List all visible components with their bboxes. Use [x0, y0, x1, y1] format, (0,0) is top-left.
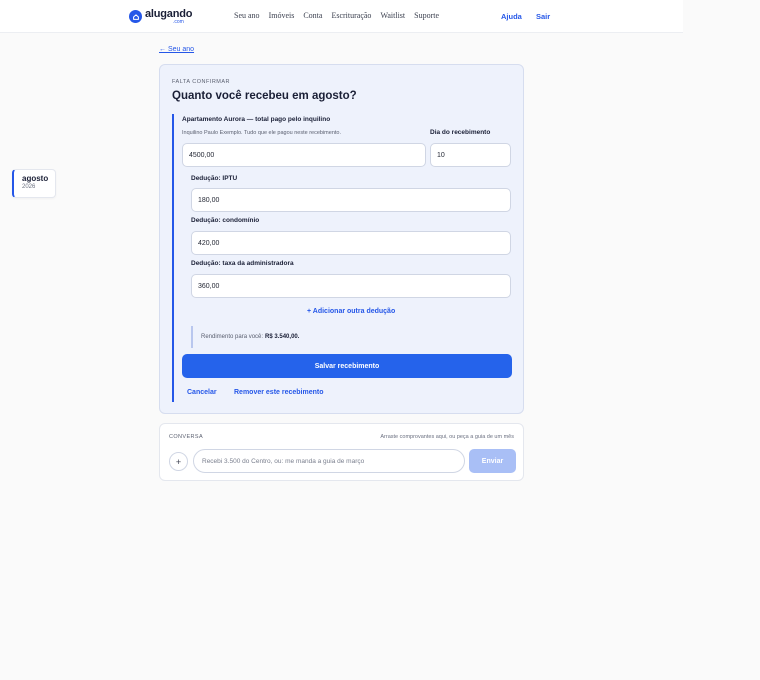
logo-domain: .com [173, 19, 184, 25]
nav-escrituracao[interactable]: Escrituração [331, 11, 371, 20]
add-deduction-link[interactable]: + Adicionar outra dedução [307, 308, 395, 315]
send-button[interactable]: Enviar [469, 449, 516, 473]
nav-imoveis[interactable]: Imóveis [269, 11, 295, 20]
month-name: agosto [22, 174, 49, 183]
help-link[interactable]: Ajuda [501, 12, 522, 21]
receipt-card: FALTA CONFIRMAR Quanto você recebeu em a… [159, 64, 524, 414]
attach-button[interactable]: + [169, 452, 188, 471]
net-income-summary: Rendimento para você: R$ 3.540,00. [191, 326, 511, 348]
deduction-label-admin: Dedução: taxa da administradora [191, 260, 294, 267]
deduction-input-admin[interactable]: 360,00 [191, 274, 511, 298]
nav-suporte[interactable]: Suporte [414, 11, 439, 20]
logout-link[interactable]: Sair [536, 12, 550, 21]
accent-bar [172, 114, 174, 402]
day-input[interactable]: 10 [430, 143, 511, 167]
card-eyebrow: FALTA CONFIRMAR [172, 79, 231, 85]
cancel-link[interactable]: Cancelar [187, 389, 217, 396]
remove-receipt-link[interactable]: Remover este recebimento [234, 389, 323, 396]
summary-value: R$ 3.540,00. [265, 334, 300, 340]
main-nav: Seu ano Imóveis Conta Escrituração Waitl… [234, 11, 448, 20]
house-icon [129, 10, 142, 23]
save-button[interactable]: Salvar recebimento [182, 354, 512, 378]
summary-label: Rendimento para você: [201, 334, 264, 340]
day-label: Dia do recebimento [430, 129, 491, 136]
total-amount-input[interactable]: 4500,00 [182, 143, 426, 167]
chat-label: CONVERSA [169, 434, 204, 440]
back-link[interactable]: ← Seu ano [159, 46, 194, 53]
nav-conta[interactable]: Conta [303, 11, 322, 20]
deduction-label-iptu: Dedução: IPTU [191, 175, 238, 182]
logo-name: alugando [145, 8, 193, 20]
deduction-input-condominio[interactable]: 420,00 [191, 231, 511, 255]
chat-panel: CONVERSA Arraste comprovantes aqui, ou p… [159, 423, 524, 481]
property-help: Inquilino Paulo Exemplo. Tudo que ele pa… [182, 130, 341, 136]
chat-input[interactable] [193, 449, 465, 473]
card-title: Quanto você recebeu em agosto? [172, 90, 357, 102]
month-selector[interactable]: agosto 2026 [12, 169, 56, 198]
property-label: Apartamento Aurora — total pago pelo inq… [182, 116, 331, 123]
nav-waitlist[interactable]: Waitlist [380, 11, 405, 20]
nav-seu-ano[interactable]: Seu ano [234, 11, 260, 20]
logo[interactable]: alugando .com [129, 9, 192, 25]
deduction-label-condominio: Dedução: condomínio [191, 217, 260, 224]
month-year: 2026 [22, 184, 36, 190]
plus-icon: + [175, 456, 182, 467]
deduction-input-iptu[interactable]: 180,00 [191, 188, 511, 212]
chat-hint: Arraste comprovantes aqui, ou peça a gui… [380, 434, 514, 440]
top-bar: alugando .com Seu ano Imóveis Conta Escr… [0, 0, 683, 33]
